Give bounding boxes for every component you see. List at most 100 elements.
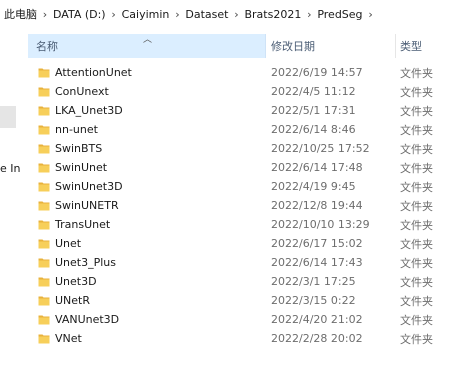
list-item-name[interactable]: Unet bbox=[55, 237, 81, 250]
list-item-type: 文件夹 bbox=[400, 237, 433, 251]
list-item-date: 2022/6/19 14:57 bbox=[271, 66, 363, 79]
list-item-date: 2022/6/17 15:02 bbox=[271, 237, 363, 250]
list-item[interactable]: SwinUNETR 2022/12/8 19:44 文件夹 bbox=[28, 196, 474, 215]
list-item-name-cell[interactable]: VNet bbox=[28, 332, 266, 345]
list-item-date: 2022/4/20 21:02 bbox=[271, 313, 363, 326]
column-header-name-label: 名称 bbox=[36, 40, 58, 53]
folder-icon bbox=[38, 200, 50, 211]
list-item[interactable]: Unet 2022/6/17 15:02 文件夹 bbox=[28, 234, 474, 253]
list-item[interactable]: Unet3D 2022/3/1 17:25 文件夹 bbox=[28, 272, 474, 291]
list-item[interactable]: AttentionUnet 2022/6/19 14:57 文件夹 bbox=[28, 63, 474, 82]
list-item-name[interactable]: VANUnet3D bbox=[55, 313, 119, 326]
list-item-type: 文件夹 bbox=[400, 85, 433, 99]
list-item[interactable]: Unet3_Plus 2022/6/14 17:43 文件夹 bbox=[28, 253, 474, 272]
list-item-date: 2022/3/15 0:22 bbox=[271, 294, 356, 307]
folder-icon bbox=[38, 86, 50, 97]
list-item[interactable]: TransUnet 2022/10/10 13:29 文件夹 bbox=[28, 215, 474, 234]
navigation-pane-selected-item[interactable] bbox=[0, 106, 16, 128]
list-item-name-cell[interactable]: nn-unet bbox=[28, 123, 266, 136]
list-item-date: 2022/6/14 8:46 bbox=[271, 123, 356, 136]
list-item-name[interactable]: VNet bbox=[55, 332, 82, 345]
list-item-name[interactable]: SwinBTS bbox=[55, 142, 102, 155]
list-item-type: 文件夹 bbox=[400, 142, 433, 156]
column-header-date-modified[interactable]: 修改日期 bbox=[266, 34, 396, 58]
list-item-name-cell[interactable]: TransUnet bbox=[28, 218, 266, 231]
list-item-name[interactable]: SwinUNETR bbox=[55, 199, 119, 212]
list-item-name[interactable]: SwinUnet3D bbox=[55, 180, 123, 193]
chevron-right-icon[interactable]: › bbox=[228, 8, 244, 21]
column-header: ︿ 名称 修改日期 类型 bbox=[28, 34, 474, 58]
folder-icon bbox=[38, 67, 50, 78]
list-item-name[interactable]: SwinUnet bbox=[55, 161, 107, 174]
breadcrumb-item-brats2021[interactable]: Brats2021 bbox=[244, 8, 301, 21]
list-item[interactable]: SwinBTS 2022/10/25 17:52 文件夹 bbox=[28, 139, 474, 158]
list-item-type: 文件夹 bbox=[400, 313, 433, 327]
list-item-name-cell[interactable]: SwinUnet bbox=[28, 161, 266, 174]
list-item[interactable]: LKA_Unet3D 2022/5/1 17:31 文件夹 bbox=[28, 101, 474, 120]
list-item[interactable]: VANUnet3D 2022/4/20 21:02 文件夹 bbox=[28, 310, 474, 329]
list-item[interactable]: ConUnext 2022/4/5 11:12 文件夹 bbox=[28, 82, 474, 101]
chevron-right-icon[interactable]: › bbox=[106, 8, 122, 21]
navigation-pane-label-fragment[interactable]: e In bbox=[0, 162, 20, 175]
list-item-name[interactable]: Unet3_Plus bbox=[55, 256, 116, 269]
list-item-name[interactable]: nn-unet bbox=[55, 123, 98, 136]
list-item-name[interactable]: Unet3D bbox=[55, 275, 97, 288]
list-item[interactable]: VNet 2022/2/28 20:02 文件夹 bbox=[28, 329, 474, 348]
list-item-name-cell[interactable]: AttentionUnet bbox=[28, 66, 266, 79]
list-item-name-cell[interactable]: SwinUNETR bbox=[28, 199, 266, 212]
list-item-name-cell[interactable]: Unet3_Plus bbox=[28, 256, 266, 269]
folder-icon bbox=[38, 276, 50, 287]
list-item-name-cell[interactable]: SwinUnet3D bbox=[28, 180, 266, 193]
list-item-name-cell[interactable]: LKA_Unet3D bbox=[28, 104, 266, 117]
breadcrumb-item-predseg[interactable]: PredSeg bbox=[317, 8, 362, 21]
folder-icon bbox=[38, 333, 50, 344]
list-item-date: 2022/5/1 17:31 bbox=[271, 104, 356, 117]
breadcrumb-item-caiyimin[interactable]: Caiyimin bbox=[122, 8, 170, 21]
chevron-right-icon[interactable]: › bbox=[363, 8, 379, 21]
list-item-date: 2022/4/19 9:45 bbox=[271, 180, 356, 193]
list-item-type: 文件夹 bbox=[400, 180, 433, 194]
sort-ascending-icon: ︿ bbox=[143, 35, 153, 45]
column-header-date-label: 修改日期 bbox=[271, 40, 315, 53]
list-item-type: 文件夹 bbox=[400, 161, 433, 175]
list-item-type: 文件夹 bbox=[400, 218, 433, 232]
folder-icon bbox=[38, 105, 50, 116]
breadcrumb-item-this-pc[interactable]: 此电脑 bbox=[4, 6, 37, 22]
list-item-name[interactable]: UNetR bbox=[55, 294, 90, 307]
column-header-type[interactable]: 类型 bbox=[396, 34, 474, 58]
breadcrumb-item-drive[interactable]: DATA (D:) bbox=[53, 8, 106, 21]
list-item-name-cell[interactable]: Unet bbox=[28, 237, 266, 250]
list-item-name-cell[interactable]: UNetR bbox=[28, 294, 266, 307]
list-item-name-cell[interactable]: ConUnext bbox=[28, 85, 266, 98]
list-item-type: 文件夹 bbox=[400, 123, 433, 137]
list-item-type: 文件夹 bbox=[400, 199, 433, 213]
folder-icon bbox=[38, 238, 50, 249]
folder-icon bbox=[38, 219, 50, 230]
column-header-name[interactable]: ︿ 名称 bbox=[28, 34, 266, 58]
list-item-name[interactable]: LKA_Unet3D bbox=[55, 104, 123, 117]
list-item-name-cell[interactable]: SwinBTS bbox=[28, 142, 266, 155]
list-item-name-cell[interactable]: Unet3D bbox=[28, 275, 266, 288]
list-item-date: 2022/10/25 17:52 bbox=[271, 142, 370, 155]
chevron-right-icon[interactable]: › bbox=[37, 8, 53, 21]
list-item-name[interactable]: ConUnext bbox=[55, 85, 109, 98]
folder-icon bbox=[38, 295, 50, 306]
breadcrumb: 此电脑 › DATA (D:) › Caiyimin › Dataset › B… bbox=[0, 0, 474, 28]
list-item[interactable]: SwinUnet3D 2022/4/19 9:45 文件夹 bbox=[28, 177, 474, 196]
list-item[interactable]: nn-unet 2022/6/14 8:46 文件夹 bbox=[28, 120, 474, 139]
list-item-type: 文件夹 bbox=[400, 294, 433, 308]
list-item-name[interactable]: TransUnet bbox=[55, 218, 110, 231]
list-item-date: 2022/4/5 11:12 bbox=[271, 85, 356, 98]
list-item[interactable]: UNetR 2022/3/15 0:22 文件夹 bbox=[28, 291, 474, 310]
list-item-type: 文件夹 bbox=[400, 256, 433, 270]
list-item-date: 2022/12/8 19:44 bbox=[271, 199, 363, 212]
folder-icon bbox=[38, 143, 50, 154]
list-item-name-cell[interactable]: VANUnet3D bbox=[28, 313, 266, 326]
list-item-name[interactable]: AttentionUnet bbox=[55, 66, 132, 79]
chevron-right-icon[interactable]: › bbox=[301, 8, 317, 21]
chevron-right-icon[interactable]: › bbox=[169, 8, 185, 21]
column-header-type-label: 类型 bbox=[400, 40, 422, 53]
list-item[interactable]: SwinUnet 2022/6/14 17:48 文件夹 bbox=[28, 158, 474, 177]
list-item-type: 文件夹 bbox=[400, 332, 433, 346]
breadcrumb-item-dataset[interactable]: Dataset bbox=[185, 8, 228, 21]
